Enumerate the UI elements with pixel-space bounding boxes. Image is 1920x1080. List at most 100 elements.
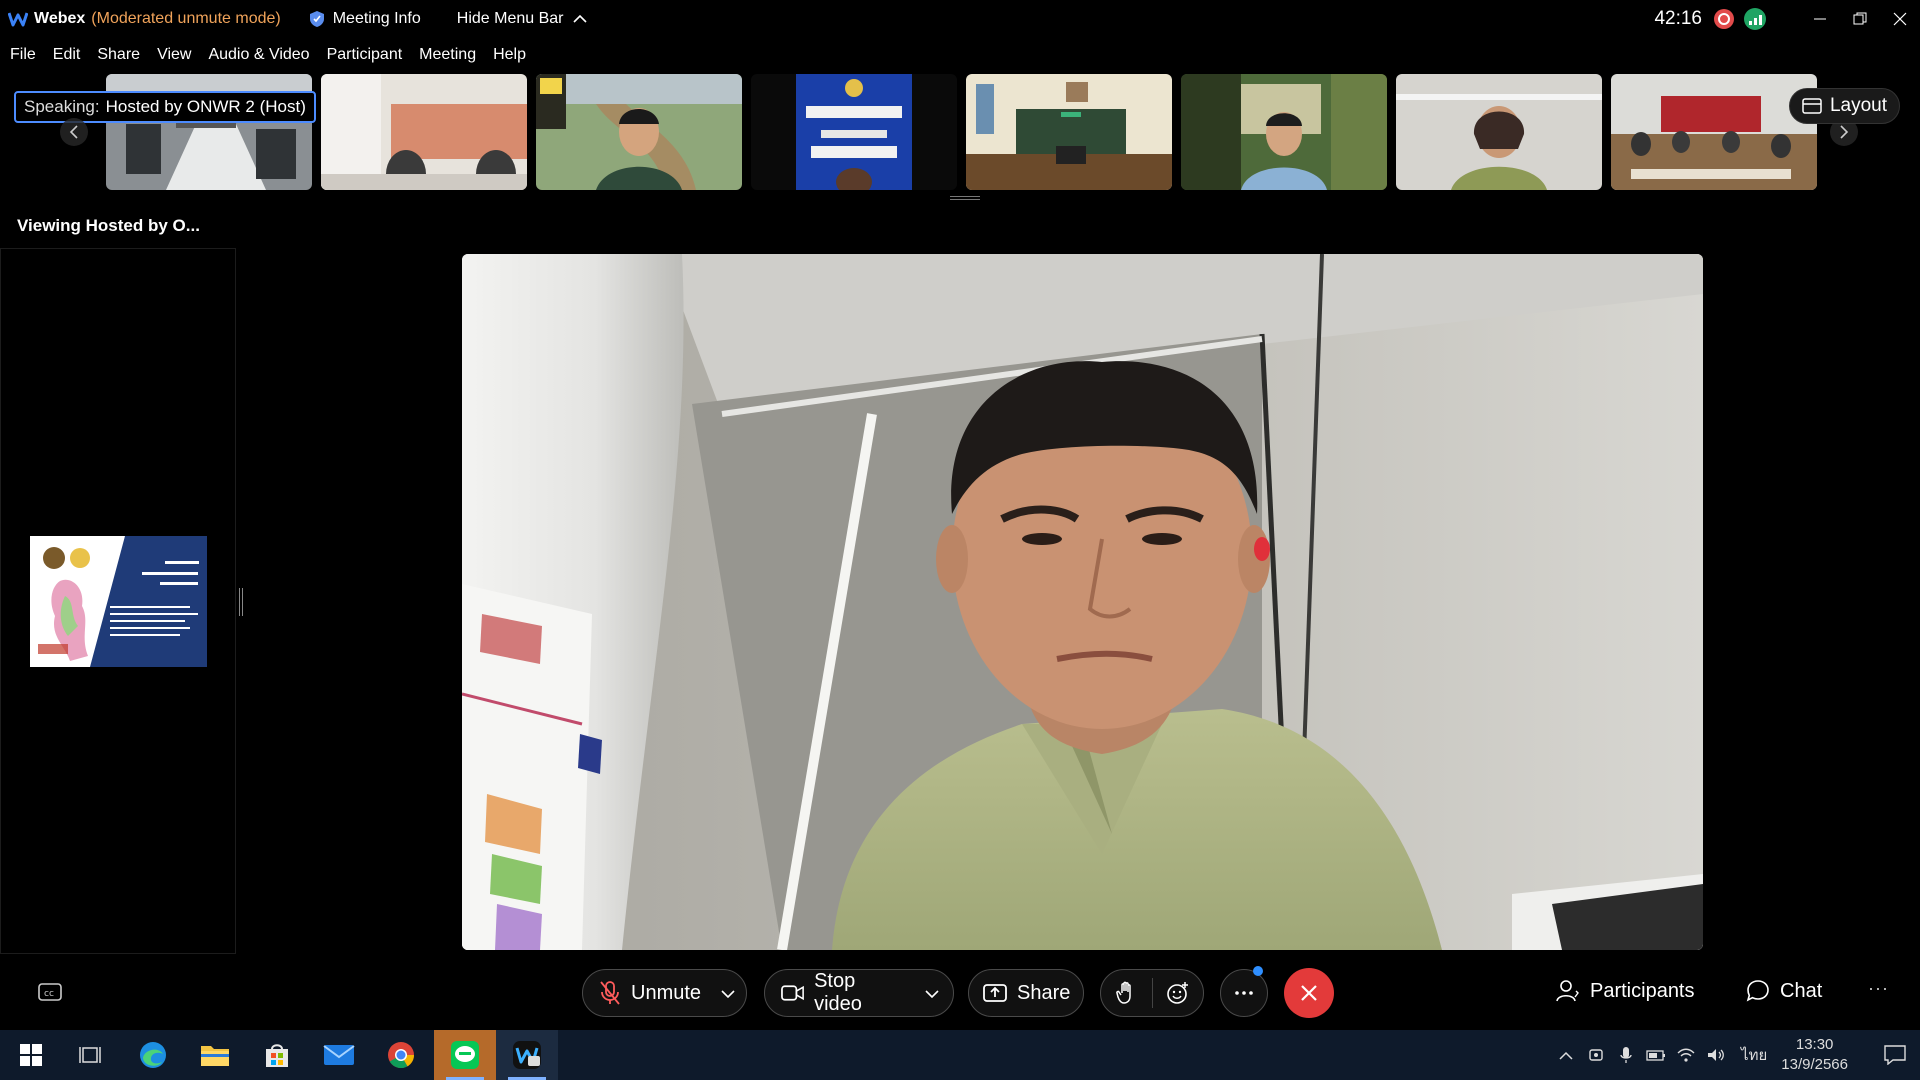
shared-slide-image [30, 536, 207, 667]
menu-edit[interactable]: Edit [53, 46, 81, 64]
participant-video [751, 74, 957, 190]
chevron-left-icon [69, 125, 78, 139]
line-taskbar-button[interactable] [434, 1030, 496, 1080]
emoji-icon [1166, 982, 1188, 1004]
task-view-icon [79, 1047, 101, 1063]
clock-date: 13/9/2566 [1781, 1056, 1848, 1073]
hide-menu-bar-button[interactable]: Hide Menu Bar [457, 10, 588, 28]
raise-hand-button[interactable] [1101, 981, 1152, 1005]
webcam-tray-button[interactable] [1581, 1030, 1611, 1080]
recording-icon[interactable] [1714, 9, 1734, 29]
closed-captions-button[interactable]: cc [36, 980, 64, 1004]
task-view-button[interactable] [60, 1030, 122, 1080]
notifications-button[interactable] [1870, 1030, 1920, 1080]
reactions-button[interactable] [1152, 981, 1203, 1005]
audio-options-button[interactable] [721, 982, 735, 1005]
participant-video-tile[interactable] [1181, 74, 1387, 190]
menu-view[interactable]: View [157, 46, 191, 64]
network-status-icon[interactable] [1744, 8, 1766, 30]
restore-icon [1853, 12, 1867, 25]
menu-meeting[interactable]: Meeting [419, 46, 476, 64]
participant-video-tile[interactable] [1611, 74, 1817, 190]
chat-label: Chat [1780, 979, 1823, 1002]
share-screen-icon [983, 984, 1007, 1002]
filmstrip-resize-handle[interactable] [950, 196, 980, 200]
layout-button[interactable]: Layout [1788, 88, 1900, 124]
stop-video-button[interactable]: Stop video [765, 970, 911, 1016]
share-button[interactable]: Share [968, 969, 1084, 1017]
participant-video-tile[interactable] [1396, 74, 1602, 190]
volume-tray-button[interactable] [1701, 1030, 1731, 1080]
start-button[interactable] [0, 1030, 62, 1080]
close-button[interactable] [1880, 0, 1920, 38]
participant-video-tile[interactable] [966, 74, 1172, 190]
shared-content-thumbnail[interactable] [30, 536, 207, 667]
reactions-control [1100, 969, 1204, 1017]
video-options-button[interactable] [925, 982, 939, 1005]
speaker-icon [1708, 1049, 1724, 1061]
speaker-video-frame [462, 254, 1703, 950]
mail-icon [323, 1045, 355, 1065]
participant-video [1611, 74, 1817, 190]
microphone-muted-icon [600, 981, 620, 1005]
notification-icon [1884, 1045, 1906, 1065]
battery-tray-button[interactable] [1641, 1030, 1671, 1080]
chevron-right-icon [1840, 125, 1849, 139]
panel-options-button[interactable]: ··· [1868, 978, 1889, 999]
taskbar-clock[interactable]: 13:30 13/9/2566 [1781, 1035, 1848, 1075]
close-icon [1893, 12, 1907, 26]
menu-share[interactable]: Share [97, 46, 140, 64]
menu-participant[interactable]: Participant [327, 46, 403, 64]
unmute-button[interactable]: Unmute [583, 980, 707, 1006]
system-tray: ไทย 13:30 13/9/2566 [1551, 1030, 1920, 1080]
input-language-indicator[interactable]: ไทย [1741, 1043, 1767, 1067]
chat-button[interactable]: Chat [1746, 979, 1822, 1003]
active-speaker-video[interactable] [462, 254, 1703, 950]
chevron-up-icon [572, 14, 587, 23]
viewing-label: Viewing Hosted by O... [17, 216, 200, 235]
menu-help[interactable]: Help [493, 46, 526, 64]
show-hidden-icons-button[interactable] [1551, 1030, 1581, 1080]
participant-video-tile[interactable] [536, 74, 742, 190]
participant-video [536, 74, 742, 190]
share-label: Share [1017, 981, 1071, 1004]
participants-button[interactable]: Participants [1556, 979, 1695, 1003]
webex-taskbar-button[interactable] [496, 1030, 558, 1080]
clock-time: 13:30 [1795, 1036, 1834, 1053]
meeting-info-button[interactable]: Meeting Info [309, 10, 421, 28]
minimize-icon [1814, 18, 1826, 20]
chevron-down-icon [925, 989, 939, 998]
close-icon [1301, 985, 1317, 1001]
chevron-up-icon [1559, 1051, 1573, 1060]
restore-button[interactable] [1840, 0, 1880, 38]
more-options-button[interactable] [1220, 966, 1268, 1017]
layout-label: Layout [1829, 95, 1887, 116]
webex-logo-icon [8, 9, 28, 29]
stop-video-label: Stop video [814, 970, 862, 1015]
raise-hand-icon [1116, 981, 1131, 1004]
edge-taskbar-button[interactable] [122, 1030, 184, 1080]
leave-meeting-button[interactable] [1284, 968, 1334, 1018]
menu-file[interactable]: File [10, 46, 36, 64]
filmstrip-prev-button[interactable] [60, 118, 88, 146]
wifi-tray-button[interactable] [1671, 1030, 1701, 1080]
menu-audio-video[interactable]: Audio & Video [208, 46, 309, 64]
panel-resize-handle[interactable] [239, 588, 243, 616]
participants-icon [1556, 980, 1579, 1002]
chrome-taskbar-button[interactable] [370, 1030, 432, 1080]
microphone-tray-button[interactable] [1611, 1030, 1641, 1080]
windows-logo-icon [20, 1044, 42, 1066]
microphone-icon [1620, 1047, 1632, 1063]
mail-taskbar-button[interactable] [308, 1030, 370, 1080]
store-taskbar-button[interactable] [246, 1030, 308, 1080]
captions-icon: cc [38, 983, 62, 1001]
chevron-down-icon [721, 989, 735, 998]
participant-video-tile[interactable] [751, 74, 957, 190]
chat-icon [1746, 980, 1769, 1002]
hide-menu-bar-label: Hide Menu Bar [456, 10, 564, 27]
minimize-button[interactable] [1800, 0, 1840, 38]
unmute-control: Unmute [582, 969, 747, 1017]
file-explorer-taskbar-button[interactable] [184, 1030, 246, 1080]
participant-video-tile[interactable] [321, 74, 527, 190]
more-icon [1235, 991, 1253, 995]
